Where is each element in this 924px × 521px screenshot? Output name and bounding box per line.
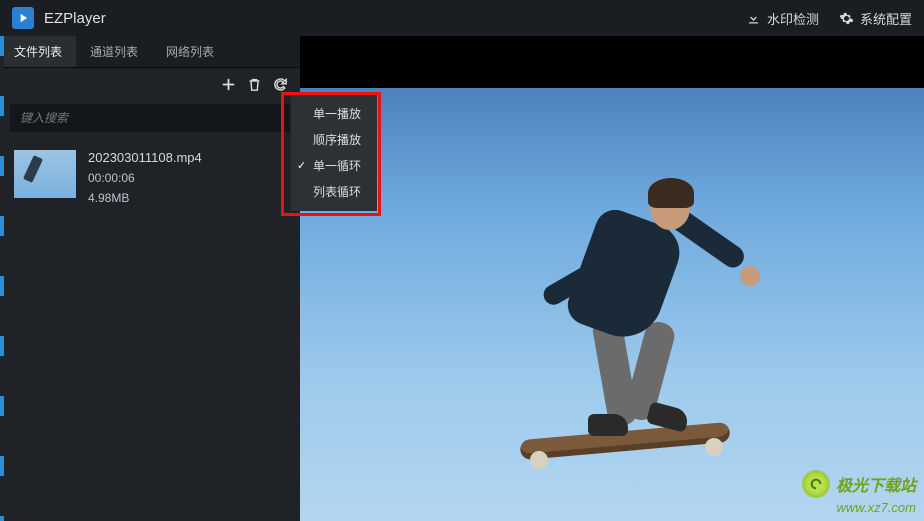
tab-channel-list[interactable]: 通道列表	[76, 36, 152, 67]
system-config-label: 系统配置	[860, 9, 912, 28]
sidebar-tabs: 文件列表 通道列表 网络列表	[0, 36, 300, 68]
titlebar: EZPlayer 水印检测 系统配置	[0, 0, 924, 36]
tab-network-list[interactable]: 网络列表	[152, 36, 228, 67]
app-logo	[12, 7, 34, 29]
sidebar-toolbar	[0, 68, 300, 100]
left-edge-decoration	[0, 36, 4, 521]
file-duration: 00:00:06	[88, 171, 202, 185]
file-name: 202303011108.mp4	[88, 150, 202, 165]
watermark-detect-button[interactable]: 水印检测	[746, 9, 819, 28]
watermark-detect-label: 水印检测	[767, 9, 819, 28]
watermark-url: www.xz7.com	[802, 500, 916, 515]
file-list: 202303011108.mp4 00:00:06 4.98MB	[0, 142, 300, 213]
file-size: 4.98MB	[88, 191, 202, 205]
menu-list-loop[interactable]: 列表循环	[291, 179, 377, 205]
video-letterbox	[300, 36, 924, 88]
watermark-logo	[802, 470, 830, 498]
sidebar: 文件列表 通道列表 网络列表 202303011108.mp4 00:00	[0, 36, 300, 521]
search-input[interactable]	[10, 104, 290, 132]
system-config-button[interactable]: 系统配置	[839, 9, 912, 28]
download-icon	[746, 11, 761, 26]
delete-button[interactable]	[244, 74, 264, 94]
main-area: 文件列表 通道列表 网络列表 202303011108.mp4 00:00	[0, 36, 924, 521]
file-meta: 202303011108.mp4 00:00:06 4.98MB	[88, 150, 202, 205]
refresh-icon	[272, 76, 289, 93]
app-title: EZPlayer	[44, 10, 106, 27]
refresh-button[interactable]	[270, 74, 290, 94]
site-watermark: 极光下载站 www.xz7.com	[802, 470, 916, 515]
plus-icon	[220, 76, 237, 93]
add-button[interactable]	[218, 74, 238, 94]
file-item[interactable]: 202303011108.mp4 00:00:06 4.98MB	[10, 142, 290, 213]
menu-sequential-play[interactable]: 顺序播放	[291, 127, 377, 153]
tab-file-list[interactable]: 文件列表	[0, 36, 76, 67]
search-container	[10, 104, 290, 132]
watermark-text: 极光下载站	[836, 472, 916, 496]
file-thumbnail	[14, 150, 76, 198]
menu-single-play[interactable]: 单一播放	[291, 101, 377, 127]
trash-icon	[246, 76, 263, 93]
play-logo-icon	[16, 11, 30, 25]
menu-single-loop[interactable]: 单一循环	[291, 153, 377, 179]
playback-mode-menu: 单一播放 顺序播放 单一循环 列表循环	[291, 95, 377, 211]
arrow-swirl-icon	[808, 476, 824, 492]
gear-icon	[839, 11, 854, 26]
video-area[interactable]: 极光下载站 www.xz7.com	[300, 36, 924, 521]
